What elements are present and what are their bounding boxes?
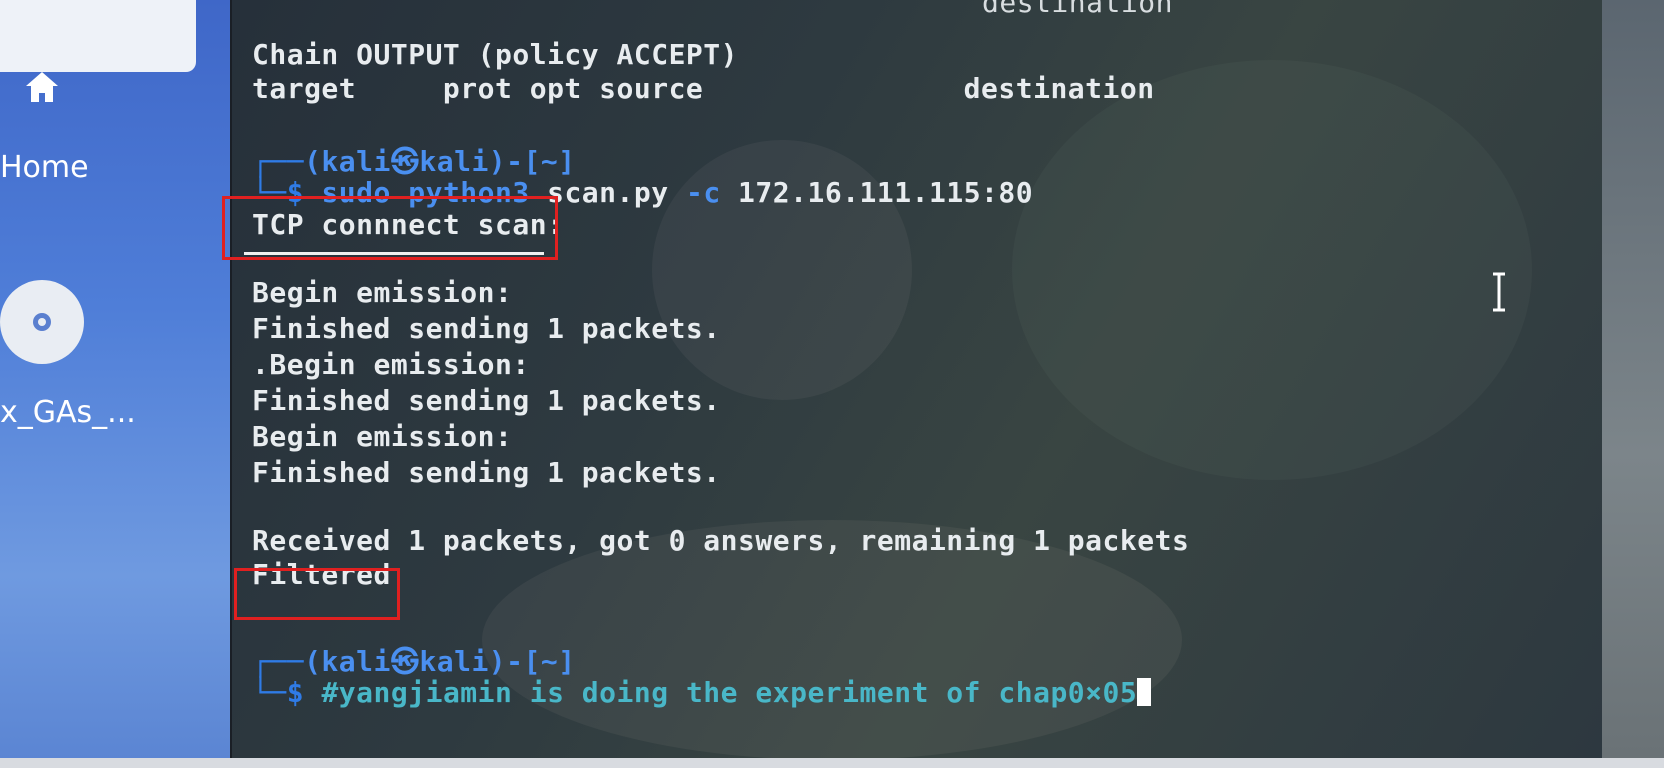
- terminal-line-begin-3: Begin emission:: [252, 420, 513, 453]
- terminal-line-finished-2: Finished sending 1 packets.: [252, 384, 721, 417]
- disc-icon[interactable]: [0, 278, 88, 366]
- terminal-command-2[interactable]: └─$ #yangjiamin is doing the experiment …: [252, 676, 1152, 709]
- desktop-item-disc-label[interactable]: x_GAs_...: [0, 395, 136, 430]
- desktop-top-panel: [0, 0, 196, 72]
- screen-bottom-bezel: [0, 758, 1664, 768]
- terminal-prompt-1: ┌──(kali㉿kali)-[~]: [252, 145, 576, 178]
- screen: Home x_GAs_... destination Chain OUTPUT …: [0, 0, 1664, 768]
- terminal-line-chain-output: Chain OUTPUT (policy ACCEPT): [252, 38, 739, 71]
- command-script: scan.py: [547, 176, 669, 209]
- command-comment: #yangjiamin is doing the experiment of c…: [321, 676, 1138, 709]
- command-target: 172.16.111.115:80: [738, 176, 1034, 209]
- terminal-line-truncated: destination: [982, 0, 1173, 19]
- terminal-prompt-2: ┌──(kali㉿kali)-[~]: [252, 645, 576, 678]
- terminal-line-table-header: target prot opt source destination: [252, 72, 1155, 105]
- prompt-user-host: (kali㉿kali)-[~]: [304, 645, 576, 678]
- screen-reflection: [1012, 60, 1532, 480]
- terminal-line-finished-1: Finished sending 1 packets.: [252, 312, 721, 345]
- terminal-line-finished-3: Finished sending 1 packets.: [252, 456, 721, 489]
- command-flag: -c: [685, 176, 721, 209]
- window-edge: [1602, 0, 1664, 758]
- highlight-box-tcp-scan: [222, 196, 558, 260]
- terminal-line-received: Received 1 packets, got 0 answers, remai…: [252, 524, 1190, 557]
- text-cursor: [1137, 678, 1152, 706]
- desktop: Home x_GAs_...: [0, 0, 232, 768]
- terminal-line-begin-1: Begin emission:: [252, 276, 513, 309]
- highlight-box-filtered: [234, 568, 400, 620]
- desktop-item-home-label[interactable]: Home: [0, 150, 89, 185]
- home-icon[interactable]: [22, 68, 62, 108]
- prompt-user-host: (kali㉿kali)-[~]: [304, 145, 576, 178]
- terminal-line-begin-2: .Begin emission:: [252, 348, 530, 381]
- terminal-window[interactable]: destination Chain OUTPUT (policy ACCEPT)…: [222, 0, 1602, 760]
- mouse-ibeam-icon: [1492, 272, 1506, 312]
